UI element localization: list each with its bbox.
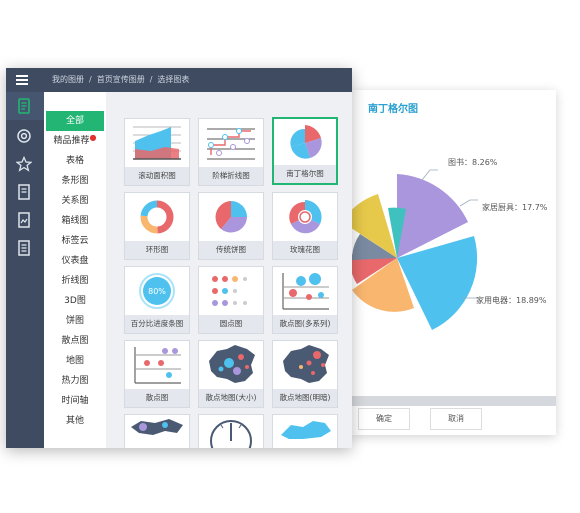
- category-line[interactable]: 折线图: [46, 271, 104, 291]
- confirm-button[interactable]: 确定: [358, 408, 410, 430]
- breadcrumb-item-home-album[interactable]: 首页宣传图册: [97, 75, 145, 84]
- gauge-icon: [210, 420, 252, 448]
- chart-card-label: 散点图: [125, 389, 189, 407]
- chart-card-ring[interactable]: 环形图: [124, 192, 190, 260]
- chart-card-label: 南丁格尔图: [274, 165, 336, 183]
- chart-card-label: 百分比进度条图: [125, 315, 189, 333]
- list-document-icon[interactable]: [16, 184, 32, 200]
- step-line-chart-icon: [207, 128, 255, 160]
- ring-chart-icon: [140, 200, 174, 234]
- chart-card-map-partial[interactable]: [124, 414, 190, 448]
- percent-progress-icon: 80%: [139, 273, 175, 309]
- map-icon: [131, 419, 183, 435]
- multi-scatter-icon: [282, 273, 329, 310]
- top-bar: 我的图册 / 首页宣传图册 / 选择图表: [6, 68, 352, 92]
- dot-chart-icon: [212, 276, 247, 306]
- category-featured[interactable]: 精品推荐●: [46, 131, 104, 151]
- category-list: 全部 精品推荐● 表格 条形图 关系图 箱线图 标签云 仪表盘 折线图 3D图 …: [44, 92, 106, 448]
- percent-value-text: 80%: [148, 287, 166, 296]
- chart-card-grid: 滚动面积图 阶梯折线图 南丁格尔图 环形图 传统饼图 玫瑰花图 80% 百分比进…: [106, 92, 352, 448]
- chart-card-label: 环形图: [125, 241, 189, 259]
- map-icon: [281, 421, 331, 439]
- scatter-map-size-icon: [209, 345, 255, 383]
- category-all[interactable]: 全部: [46, 111, 104, 131]
- preview-label-books: 图书：8.26%: [448, 158, 498, 167]
- category-gauge[interactable]: 仪表盘: [46, 251, 104, 271]
- nightingale-chart-icon: [290, 125, 322, 159]
- category-tag-cloud[interactable]: 标签云: [46, 231, 104, 251]
- chart-card-nightingale[interactable]: 南丁格尔图: [272, 117, 338, 185]
- chart-picker-window: 我的图册 / 首页宣传图册 / 选择图表 全部 精品推荐● 表格 条形图 关系图 箱线图…: [6, 68, 352, 448]
- category-heatmap[interactable]: 热力图: [46, 371, 104, 391]
- pie-chart-icon: [215, 201, 247, 233]
- chart-card-multi-scatter[interactable]: 散点图(多系列): [272, 266, 338, 334]
- category-boxplot[interactable]: 箱线图: [46, 211, 104, 231]
- category-map[interactable]: 地图: [46, 351, 104, 371]
- category-3d[interactable]: 3D图: [46, 291, 104, 311]
- chart-card-map-partial-2[interactable]: [272, 414, 338, 448]
- preview-label-appliances: 家用电器：18.89%: [476, 296, 547, 305]
- chart-card-label: 散点图(多系列): [273, 315, 337, 333]
- star-icon[interactable]: [16, 156, 32, 172]
- chart-card-scatter-map-size[interactable]: 散点地图(大小): [198, 340, 264, 408]
- chart-card-scroll-area[interactable]: 滚动面积图: [124, 118, 190, 186]
- chart-card-dot[interactable]: 圆点图: [198, 266, 264, 334]
- target-icon[interactable]: [16, 128, 32, 144]
- category-relation[interactable]: 关系图: [46, 191, 104, 211]
- preview-title: 南丁格尔图: [368, 104, 418, 115]
- breadcrumb: 我的图册 / 首页宣传图册 / 选择图表: [52, 75, 190, 84]
- preview-footer-bar: [352, 396, 556, 406]
- report-icon[interactable]: [16, 240, 32, 256]
- chart-card-scatter-map-shade[interactable]: 散点地图(明暗): [272, 340, 338, 408]
- preview-label-kitchen: 家居厨具：17.7%: [482, 203, 548, 212]
- chart-card-scatter[interactable]: 散点图: [124, 340, 190, 408]
- chart-card-label: 传统饼图: [199, 241, 263, 259]
- chart-card-percent-progress[interactable]: 80% 百分比进度条图: [124, 266, 190, 334]
- area-chart-icon: [133, 126, 181, 160]
- featured-badge-icon: ●: [89, 133, 97, 142]
- chart-card-label: 滚动面积图: [125, 167, 189, 185]
- category-pie[interactable]: 饼图: [46, 311, 104, 331]
- category-timeline[interactable]: 时间轴: [46, 391, 104, 411]
- chart-card-gauge-partial[interactable]: [198, 414, 264, 448]
- scatter-chart-icon: [134, 347, 181, 384]
- category-bar[interactable]: 条形图: [46, 171, 104, 191]
- cancel-button[interactable]: 取消: [430, 408, 482, 430]
- category-other[interactable]: 其他: [46, 411, 104, 431]
- chart-card-label: 散点地图(大小): [199, 389, 263, 407]
- image-document-icon[interactable]: [16, 212, 32, 228]
- chart-card-step-line[interactable]: 阶梯折线图: [198, 118, 264, 186]
- preview-window: 南丁格尔图 图书：8.26% 家居厨具：17.7% 家用电器：18.89% 确定…: [342, 90, 556, 435]
- category-table[interactable]: 表格: [46, 151, 104, 171]
- category-scatter[interactable]: 散点图: [46, 331, 104, 351]
- hamburger-menu-icon[interactable]: [16, 75, 28, 85]
- chart-card-label: 玫瑰花图: [273, 241, 337, 259]
- left-icon-sidebar: [6, 92, 44, 448]
- chart-card-label: 圆点图: [199, 315, 263, 333]
- chart-card-label: 阶梯折线图: [199, 167, 263, 185]
- document-icon[interactable]: [16, 98, 32, 114]
- chart-card-rose[interactable]: 玫瑰花图: [272, 192, 338, 260]
- scatter-map-shade-icon: [283, 345, 329, 383]
- breadcrumb-item-select-chart: 选择图表: [157, 75, 190, 84]
- rose-chart-icon: [289, 200, 322, 234]
- chart-card-pie[interactable]: 传统饼图: [198, 192, 264, 260]
- breadcrumb-item-albums[interactable]: 我的图册: [52, 75, 84, 84]
- chart-card-label: 散点地图(明暗): [273, 389, 337, 407]
